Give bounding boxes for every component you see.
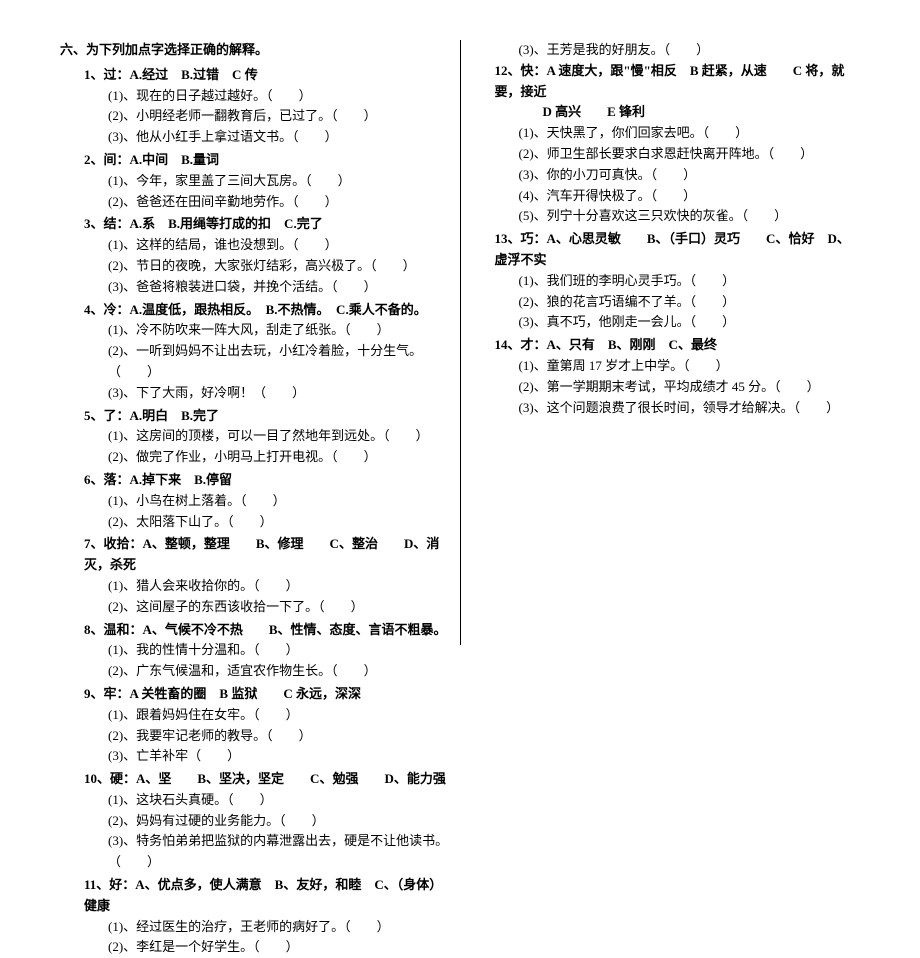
question-sub: (1)、童第周 17 岁才上中学。（ ） [471, 356, 861, 377]
question-sub: (1)、小鸟在树上落着。（ ） [60, 491, 450, 512]
question-sub: (3)、你的小刀可真快。（ ） [471, 165, 861, 186]
question-sub: (2)、狼的花言巧语编不了羊。（ ） [471, 292, 861, 313]
question-sub: (3)、他从小红手上拿过语文书。（ ） [60, 127, 450, 148]
question-block: 12、快：A 速度大，跟"慢"相反 B 赶紧，从速 C 将，就要，接近D 高兴 … [471, 61, 861, 227]
question-sub: (1)、今年，家里盖了三间大瓦房。（ ） [60, 171, 450, 192]
question-head: 7、收拾：A、整顿，整理 B、修理 C、整治 D、消灭，杀死 [60, 534, 450, 576]
question-block: 6、落：A.掉下来 B.停留(1)、小鸟在树上落着。（ ）(2)、太阳落下山了。… [60, 470, 450, 532]
question-block: 1、过：A.经过 B.过错 C 传(1)、现在的日子越过越好。（ ）(2)、小明… [60, 65, 450, 148]
question-sub: (2)、做完了作业，小明马上打开电视。（ ） [60, 447, 450, 468]
question-sub: (1)、我的性情十分温和。（ ） [60, 640, 450, 661]
question-head: 12、快：A 速度大，跟"慢"相反 B 赶紧，从速 C 将，就要，接近 [471, 61, 861, 103]
question-block: 11、好：A、优点多，使人满意 B、友好，和睦 C、（身体）健康(1)、经过医生… [60, 875, 450, 958]
question-head: 11、好：A、优点多，使人满意 B、友好，和睦 C、（身体）健康 [60, 875, 450, 917]
section-title: 六、为下列加点字选择正确的解释。 [60, 40, 450, 61]
right-column: (3)、王芳是我的好朋友。（ ）12、快：A 速度大，跟"慢"相反 B 赶紧，从… [461, 40, 871, 645]
question-sub: (2)、师卫生部长要求白求恩赶快离开阵地。（ ） [471, 144, 861, 165]
question-sub: (1)、这块石头真硬。（ ） [60, 790, 450, 811]
question-head: 2、间：A.中间 B.量词 [60, 150, 450, 171]
question-sub: (2)、太阳落下山了。（ ） [60, 512, 450, 533]
question-sub: (2)、第一学期期末考试，平均成绩才 45 分。（ ） [471, 377, 861, 398]
left-column: 六、为下列加点字选择正确的解释。 1、过：A.经过 B.过错 C 传(1)、现在… [50, 40, 461, 645]
question-sub: (2)、节日的夜晚，大家张灯结彩，高兴极了。（ ） [60, 256, 450, 277]
question-sub: (2)、李红是一个好学生。（ ） [60, 937, 450, 958]
question-head: 3、结：A.系 B.用绳等打成的扣 C.完了 [60, 214, 450, 235]
question-head: 1、过：A.经过 B.过错 C 传 [60, 65, 450, 86]
question-head: 13、巧：A、心思灵敏 B、（手口）灵巧 C、恰好 D、虚浮不实 [471, 229, 861, 271]
question-head: 9、牢：A 关牲畜的圈 B 监狱 C 永远，深深 [60, 684, 450, 705]
question-sub: (3)、王芳是我的好朋友。（ ） [471, 40, 861, 61]
question-sub: (3)、亡羊补牢（ ） [60, 746, 450, 767]
question-block: 5、了：A.明白 B.完了(1)、这房间的顶楼，可以一目了然地年到远处。（ ）(… [60, 406, 450, 468]
question-head: 10、硬：A、坚 B、坚决，坚定 C、勉强 D、能力强 [60, 769, 450, 790]
question-block: 9、牢：A 关牲畜的圈 B 监狱 C 永远，深深(1)、跟着妈妈住在女牢。（ ）… [60, 684, 450, 767]
question-sub: (1)、这房间的顶楼，可以一目了然地年到远处。（ ） [60, 426, 450, 447]
question-block: 2、间：A.中间 B.量词(1)、今年，家里盖了三间大瓦房。（ ）(2)、爸爸还… [60, 150, 450, 212]
question-sub: (1)、跟着妈妈住在女牢。（ ） [60, 705, 450, 726]
question-sub: (1)、天快黑了，你们回家去吧。（ ） [471, 123, 861, 144]
question-sub: (2)、小明经老师一翻教育后，已过了。（ ） [60, 106, 450, 127]
question-block: 3、结：A.系 B.用绳等打成的扣 C.完了(1)、这样的结局，谁也没想到。（ … [60, 214, 450, 297]
question-head: 8、温和：A、气候不冷不热 B、性情、态度、言语不粗暴。 [60, 620, 450, 641]
question-sub: (5)、列宁十分喜欢这三只欢快的灰雀。（ ） [471, 206, 861, 227]
question-sub: (1)、猎人会来收拾你的。（ ） [60, 576, 450, 597]
question-sub: (3)、爸爸将粮装进口袋，并挽个活结。（ ） [60, 277, 450, 298]
question-head: 14、才：A、只有 B、刚刚 C、最终 [471, 335, 861, 356]
question-sub: (4)、汽车开得快极了。（ ） [471, 186, 861, 207]
question-block: 4、冷：A.温度低，跟热相反。 B.不热情。 C.乘人不备的。(1)、冷不防吹来… [60, 300, 450, 404]
question-sub: (3)、下了大雨，好冷啊！（ ） [60, 383, 450, 404]
question-sub: (3)、特务怕弟弟把监狱的内幕泄露出去，硬是不让他读书。（ ） [60, 831, 450, 873]
question-head-cont: D 高兴 E 锋利 [471, 102, 861, 123]
question-block: 10、硬：A、坚 B、坚决，坚定 C、勉强 D、能力强(1)、这块石头真硬。（ … [60, 769, 450, 873]
question-sub: (1)、这样的结局，谁也没想到。（ ） [60, 235, 450, 256]
question-sub: (2)、一听到妈妈不让出去玩，小红冷着脸，十分生气。（ ） [60, 341, 450, 383]
question-sub: (3)、这个问题浪费了很长时间，领导才给解决。（ ） [471, 398, 861, 419]
question-block: 14、才：A、只有 B、刚刚 C、最终(1)、童第周 17 岁才上中学。（ ）(… [471, 335, 861, 418]
question-sub: (2)、广东气候温和，适宜农作物生长。（ ） [60, 661, 450, 682]
question-head: 5、了：A.明白 B.完了 [60, 406, 450, 427]
question-sub: (2)、这间屋子的东西该收拾一下了。（ ） [60, 597, 450, 618]
question-block: 8、温和：A、气候不冷不热 B、性情、态度、言语不粗暴。(1)、我的性情十分温和… [60, 620, 450, 682]
question-block: 13、巧：A、心思灵敏 B、（手口）灵巧 C、恰好 D、虚浮不实(1)、我们班的… [471, 229, 861, 333]
question-sub: (2)、爸爸还在田间辛勤地劳作。（ ） [60, 192, 450, 213]
question-sub: (1)、我们班的李明心灵手巧。（ ） [471, 271, 861, 292]
question-sub: (1)、冷不防吹来一阵大风，刮走了纸张。（ ） [60, 320, 450, 341]
question-sub: (1)、经过医生的治疗，王老师的病好了。（ ） [60, 917, 450, 938]
question-sub: (3)、真不巧，他刚走一会儿。（ ） [471, 312, 861, 333]
question-head: 4、冷：A.温度低，跟热相反。 B.不热情。 C.乘人不备的。 [60, 300, 450, 321]
question-block: 7、收拾：A、整顿，整理 B、修理 C、整治 D、消灭，杀死(1)、猎人会来收拾… [60, 534, 450, 617]
question-head: 6、落：A.掉下来 B.停留 [60, 470, 450, 491]
question-sub: (2)、我要牢记老师的教导。（ ） [60, 726, 450, 747]
question-sub: (1)、现在的日子越过越好。（ ） [60, 86, 450, 107]
question-sub: (2)、妈妈有过硬的业务能力。（ ） [60, 811, 450, 832]
